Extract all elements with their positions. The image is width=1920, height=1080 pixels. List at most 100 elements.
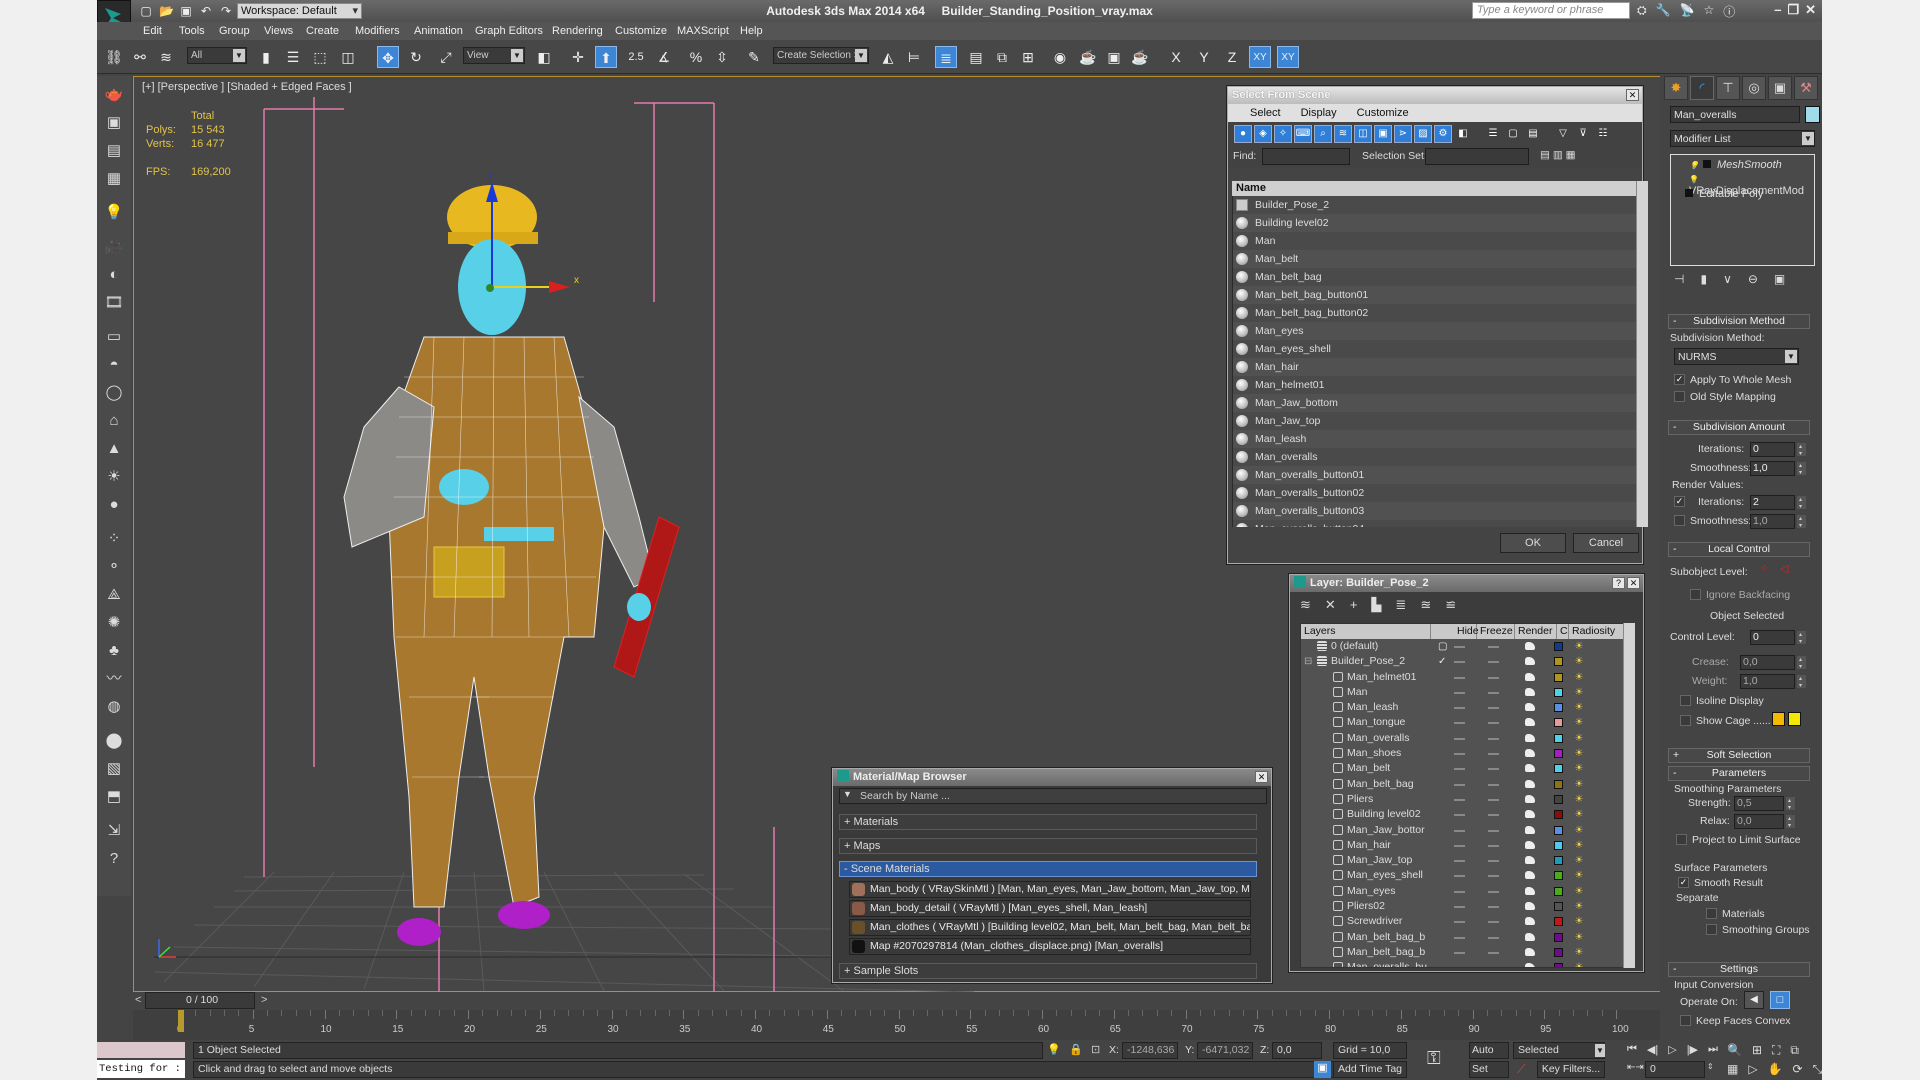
scene-object-row[interactable]: Man_eyes bbox=[1232, 322, 1636, 340]
lightbulb-icon[interactable]: 💡 bbox=[1689, 175, 1699, 184]
motion-tab-icon[interactable]: ◎ bbox=[1742, 76, 1766, 100]
hide-toggle[interactable] bbox=[1454, 707, 1465, 710]
chevron-down-icon[interactable]: ▼ bbox=[1802, 132, 1814, 145]
plane-icon[interactable]: ▭ bbox=[103, 326, 125, 348]
freeze-toggle[interactable] bbox=[1488, 921, 1499, 924]
scene-object-row[interactable]: Man_overalls bbox=[1232, 448, 1636, 466]
zoom-all-icon[interactable]: ⊞ bbox=[1752, 1043, 1762, 1058]
spinner-snap-icon[interactable]: ⇳ bbox=[711, 46, 733, 68]
scene-material-item[interactable]: Man_clothes ( VRayMtl ) [Building level0… bbox=[849, 919, 1251, 936]
scene-object-row[interactable]: Man_overalls_button04 bbox=[1232, 520, 1636, 527]
expand-icon[interactable] bbox=[1702, 160, 1711, 168]
category-scene-materials[interactable]: - Scene Materials bbox=[839, 861, 1257, 877]
align-icon[interactable]: ⊨ bbox=[903, 46, 925, 68]
menu-group[interactable]: Group bbox=[219, 25, 250, 37]
light-list-icon[interactable]: 💡 bbox=[103, 202, 125, 224]
menu-display[interactable]: Display bbox=[1301, 104, 1337, 122]
pivot-center-icon[interactable]: ◧ bbox=[533, 46, 555, 68]
percent-snap-icon[interactable]: % bbox=[685, 46, 707, 68]
groups-filter-icon[interactable]: ◫ bbox=[1354, 125, 1372, 143]
freeze-toggle[interactable] bbox=[1488, 875, 1499, 878]
render-smoothness-checkbox[interactable] bbox=[1674, 515, 1685, 526]
render-teapot-icon[interactable] bbox=[1525, 856, 1535, 865]
strength-spinner[interactable]: 0,5 bbox=[1734, 796, 1795, 811]
freeze-toggle[interactable] bbox=[1488, 676, 1499, 679]
freeze-toggle[interactable] bbox=[1488, 768, 1499, 771]
layer-color-swatch[interactable] bbox=[1554, 657, 1563, 667]
select-invert-icon[interactable]: ▤ bbox=[1524, 125, 1542, 143]
hide-toggle[interactable] bbox=[1454, 768, 1465, 771]
smooth-result-checkbox[interactable]: ✓ bbox=[1678, 877, 1689, 888]
next-frame-button[interactable]: > bbox=[261, 994, 267, 1006]
remove-modifier-icon[interactable]: ⊖ bbox=[1748, 272, 1758, 286]
layer-object-row[interactable]: Man_eyes_shell ☀ bbox=[1301, 868, 1632, 883]
options-dropdown-icon[interactable]: ▼ bbox=[843, 789, 852, 799]
radiosity-icon[interactable]: ☀ bbox=[1572, 778, 1586, 791]
axis-y-button[interactable]: Y bbox=[1193, 46, 1215, 68]
chevron-down-icon[interactable]: ▼ bbox=[1785, 350, 1797, 363]
prev-frame-button[interactable]: < bbox=[135, 994, 141, 1006]
render-teapot-icon[interactable] bbox=[1525, 749, 1535, 758]
menu-tools[interactable]: Tools bbox=[179, 25, 205, 37]
menu-customize[interactable]: Customize bbox=[615, 25, 667, 37]
close-icon[interactable]: ✕ bbox=[1627, 577, 1640, 589]
scene-object-row[interactable]: Man bbox=[1232, 232, 1636, 250]
rollout-settings[interactable]: - Settings bbox=[1668, 962, 1810, 977]
sphere-light-icon[interactable]: ● bbox=[103, 494, 125, 516]
layer-object-row[interactable]: Man_hair ☀ bbox=[1301, 838, 1632, 853]
help-button[interactable]: ? bbox=[1612, 577, 1625, 589]
hide-toggle[interactable] bbox=[1454, 798, 1465, 801]
render-teapot-icon[interactable] bbox=[1525, 810, 1535, 819]
layer-color-swatch[interactable] bbox=[1554, 779, 1563, 789]
select-by-name-icon[interactable]: ☰ bbox=[282, 46, 304, 68]
fur-icon[interactable]: ✺ bbox=[103, 612, 125, 634]
keyboard-shortcut-override-icon[interactable]: ⬆ bbox=[595, 46, 617, 68]
render-teapot-icon[interactable] bbox=[1525, 718, 1535, 727]
hair-fur-icon[interactable]: 〰 bbox=[103, 668, 125, 690]
scene-object-row[interactable]: Man_eyes_shell bbox=[1232, 340, 1636, 358]
radiosity-icon[interactable]: ☀ bbox=[1572, 885, 1586, 898]
freeze-toggle[interactable] bbox=[1488, 829, 1499, 832]
radiosity-icon[interactable]: ☀ bbox=[1572, 762, 1586, 775]
layer-object-row[interactable]: Man_belt ☀ bbox=[1301, 761, 1632, 776]
named-selection-dropdown[interactable]: Create Selection Se bbox=[773, 47, 869, 64]
layer-object-row[interactable]: Man_leash ☀ bbox=[1301, 700, 1632, 715]
bind-space-warp-icon[interactable]: ≋ bbox=[155, 46, 177, 68]
radiosity-icon[interactable]: ☀ bbox=[1572, 854, 1586, 867]
scene-object-row[interactable]: Man_overalls_button01 bbox=[1232, 466, 1636, 484]
radiosity-icon[interactable]: ☀ bbox=[1572, 839, 1586, 852]
category-materials[interactable]: + Materials bbox=[839, 814, 1257, 830]
graphite-ribbon-icon[interactable]: ▤ bbox=[965, 46, 987, 68]
category-sample-slots[interactable]: + Sample Slots bbox=[839, 963, 1257, 979]
layer-object-row[interactable]: Man_overalls_bu ☀ bbox=[1301, 960, 1632, 967]
hide-toggle[interactable] bbox=[1454, 844, 1465, 847]
angle-snap-icon[interactable]: ∡ bbox=[653, 46, 675, 68]
axis-xy-button[interactable]: XY bbox=[1249, 46, 1271, 68]
absolute-mode-icon[interactable]: ⊡ bbox=[1091, 1043, 1100, 1056]
ok-button[interactable]: OK bbox=[1500, 533, 1566, 553]
unlink-icon[interactable]: ⚯ bbox=[129, 46, 151, 68]
render-iterations-spinner[interactable]: 2 bbox=[1750, 495, 1806, 510]
render-teapot-icon[interactable] bbox=[1525, 886, 1535, 895]
col-layers[interactable]: Layers bbox=[1301, 624, 1431, 639]
maxscript-mini-listener[interactable]: Testing for : bbox=[97, 1060, 185, 1078]
maxscript-listener-pink[interactable] bbox=[97, 1042, 185, 1058]
list-scrollbar[interactable] bbox=[1636, 181, 1648, 527]
render-teapot-icon[interactable] bbox=[1525, 672, 1535, 681]
render-teapot-icon[interactable] bbox=[1525, 703, 1535, 712]
orbit-icon[interactable]: ⟳ bbox=[1793, 1062, 1803, 1077]
viewport-label[interactable]: [+] [Perspective ] [Shaded + Edged Faces… bbox=[142, 81, 352, 93]
layer-object-row[interactable]: Pliers ☀ bbox=[1301, 792, 1632, 807]
render-teapot-icon[interactable] bbox=[1525, 840, 1535, 849]
binoculars-icon[interactable]: ⛭ bbox=[1637, 3, 1647, 20]
freeze-toggle[interactable] bbox=[1488, 753, 1499, 756]
rollout-local-control[interactable]: - Local Control bbox=[1668, 542, 1810, 557]
hidden-filter-icon[interactable]: ◧ bbox=[1454, 125, 1472, 143]
old-style-mapping-checkbox[interactable] bbox=[1674, 391, 1685, 402]
proxy-icon[interactable]: ⁘ bbox=[103, 528, 125, 550]
render-teapot-icon[interactable] bbox=[1525, 794, 1535, 803]
select-move-icon[interactable]: ✥ bbox=[377, 46, 399, 68]
layer-object-row[interactable]: Man_belt_bag ☀ bbox=[1301, 777, 1632, 792]
shapes-filter-icon[interactable]: ◈ bbox=[1254, 125, 1272, 143]
rollout-parameters[interactable]: - Parameters bbox=[1668, 766, 1810, 781]
